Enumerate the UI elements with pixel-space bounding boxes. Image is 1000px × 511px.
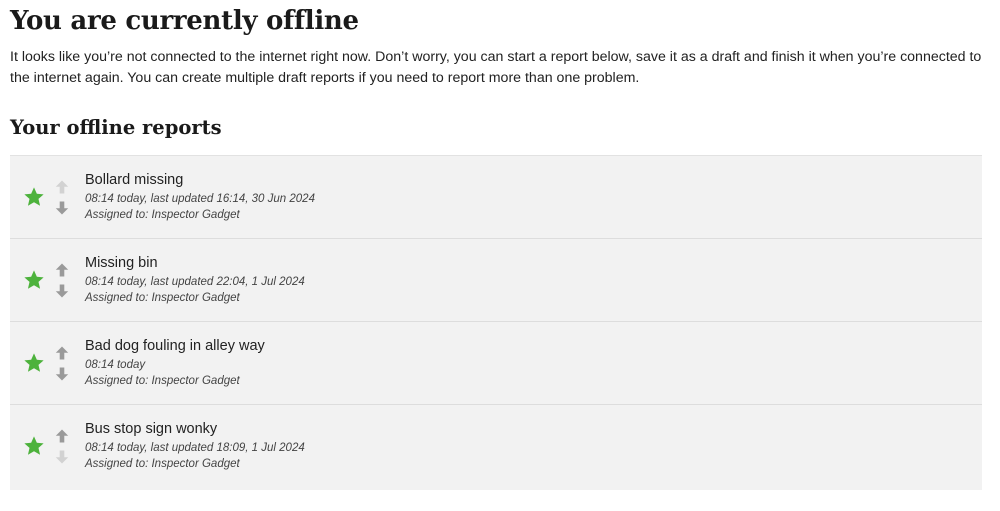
arrow-up-icon[interactable] bbox=[55, 429, 69, 443]
report-assignee: Assigned to: Inspector Gadget bbox=[85, 209, 240, 221]
report-timestamp: 08:14 today, last updated 16:14, 30 Jun … bbox=[85, 193, 315, 205]
report-body: Bollard missing 08:14 today, last update… bbox=[85, 170, 315, 223]
report-item: Missing bin 08:14 today, last updated 22… bbox=[10, 239, 982, 322]
intro-text: It looks like you’re not connected to th… bbox=[10, 49, 982, 86]
star-icon[interactable] bbox=[23, 269, 45, 291]
report-title-link[interactable]: Bollard missing bbox=[85, 170, 315, 190]
report-title-link[interactable]: Bad dog fouling in alley way bbox=[85, 336, 265, 356]
page-title: You are currently offline bbox=[10, 6, 359, 36]
report-timestamp: 08:14 today, last updated 18:09, 1 Jul 2… bbox=[85, 442, 305, 454]
arrow-up-icon[interactable] bbox=[55, 346, 69, 360]
section-title-offline-reports: Your offline reports bbox=[10, 116, 222, 139]
report-title-link[interactable]: Bus stop sign wonky bbox=[85, 419, 305, 439]
star-icon[interactable] bbox=[23, 352, 45, 374]
report-item: Bad dog fouling in alley way 08:14 today… bbox=[10, 322, 982, 405]
report-body: Bad dog fouling in alley way 08:14 today… bbox=[85, 336, 265, 389]
report-item: Bus stop sign wonky 08:14 today, last up… bbox=[10, 405, 982, 490]
arrow-down-icon[interactable] bbox=[55, 367, 69, 381]
arrow-down-icon[interactable] bbox=[55, 284, 69, 298]
arrow-down-icon[interactable] bbox=[55, 201, 69, 215]
report-assignee: Assigned to: Inspector Gadget bbox=[85, 292, 240, 304]
offline-report-list: Bollard missing 08:14 today, last update… bbox=[10, 155, 982, 490]
report-assignee: Assigned to: Inspector Gadget bbox=[85, 375, 240, 387]
star-icon[interactable] bbox=[23, 186, 45, 208]
report-assignee: Assigned to: Inspector Gadget bbox=[85, 458, 240, 470]
star-icon[interactable] bbox=[23, 435, 45, 457]
report-title-link[interactable]: Missing bin bbox=[85, 253, 305, 273]
report-item: Bollard missing 08:14 today, last update… bbox=[10, 156, 982, 239]
arrow-down-icon[interactable] bbox=[55, 450, 69, 464]
report-body: Missing bin 08:14 today, last updated 22… bbox=[85, 253, 305, 306]
arrow-up-icon[interactable] bbox=[55, 263, 69, 277]
report-body: Bus stop sign wonky 08:14 today, last up… bbox=[85, 419, 305, 472]
arrow-up-icon[interactable] bbox=[55, 180, 69, 194]
report-timestamp: 08:14 today bbox=[85, 359, 146, 371]
report-timestamp: 08:14 today, last updated 22:04, 1 Jul 2… bbox=[85, 276, 305, 288]
